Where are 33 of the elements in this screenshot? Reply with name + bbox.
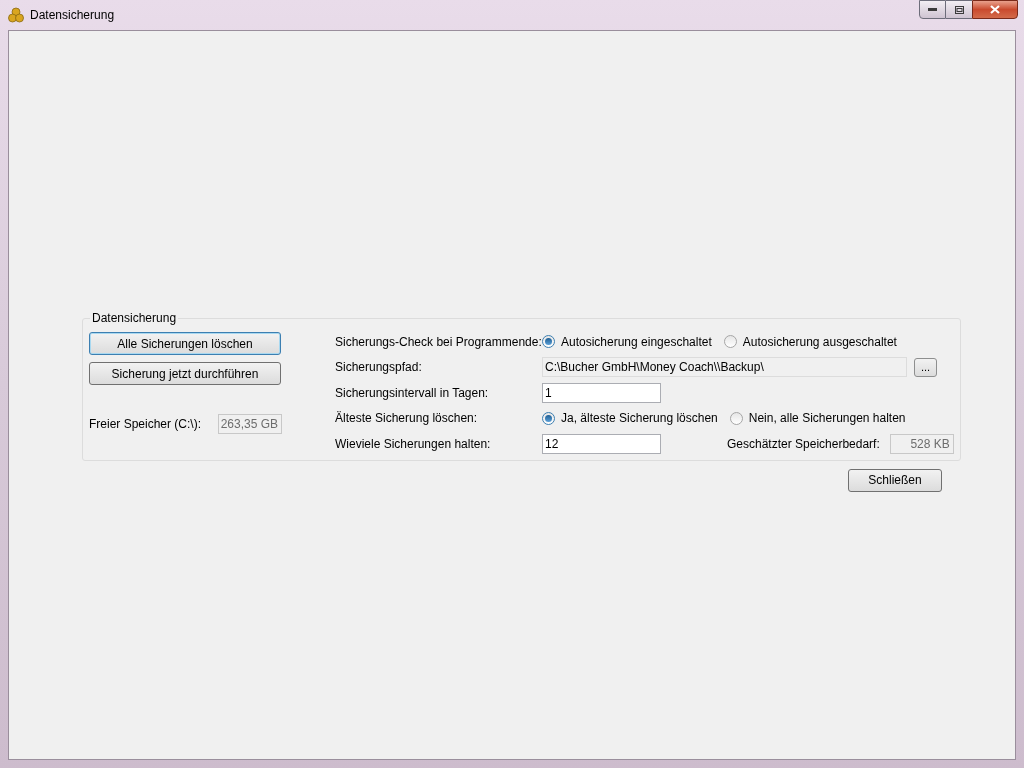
input-field[interactable]: 12: [542, 433, 661, 454]
setting-label: Älteste Sicherung löschen:: [335, 410, 479, 428]
radio-button[interactable]: [542, 411, 555, 425]
action-button[interactable]: Alle Sicherungen löschen: [89, 332, 281, 355]
free-space-field: 263,35 GB: [218, 414, 282, 434]
maximize-icon: [954, 5, 964, 14]
radio-button[interactable]: [542, 335, 555, 349]
free-space-label: Freier Speicher (C:\):: [89, 416, 202, 433]
radio-label[interactable]: Autosicherung ausgeschaltet: [742, 332, 897, 351]
browse-button[interactable]: ...: [914, 357, 937, 377]
close-dialog-button[interactable]: Schließen: [848, 468, 942, 492]
input-field[interactable]: 1: [542, 382, 661, 403]
radio-button[interactable]: [723, 335, 737, 349]
setting-label: Wieviele Sicherungen halten:: [335, 435, 492, 453]
coins-icon: [8, 7, 24, 23]
setting-label: Sicherungspfad:: [335, 359, 423, 377]
close-icon: [990, 5, 1000, 14]
field-label: Geschätzter Speicherbedarf:: [727, 435, 880, 453]
radio-label[interactable]: Ja, älteste Sicherung löschen: [561, 409, 718, 428]
minimize-icon: [928, 8, 937, 11]
radio-label[interactable]: Autosicherung eingeschaltet: [561, 332, 712, 351]
maximize-button[interactable]: [946, 0, 972, 19]
group-title: Datensicherung: [91, 310, 178, 327]
action-button[interactable]: Sicherung jetzt durchführen: [89, 362, 281, 385]
setting-label: Sicherungsintervall in Tagen:: [335, 384, 490, 402]
estimate-field: 528 KB: [889, 433, 954, 454]
window-title: Datensicherung: [30, 7, 115, 24]
minimize-button[interactable]: [919, 0, 946, 19]
path-field[interactable]: C:\Bucher GmbH\Money Coach\\Backup\: [542, 357, 907, 378]
setting-label: Sicherungs-Check bei Programmende:: [335, 333, 542, 351]
radio-label[interactable]: Nein, alle Sicherungen halten: [748, 409, 906, 428]
radio-button[interactable]: [729, 411, 743, 425]
close-button[interactable]: [972, 0, 1018, 19]
